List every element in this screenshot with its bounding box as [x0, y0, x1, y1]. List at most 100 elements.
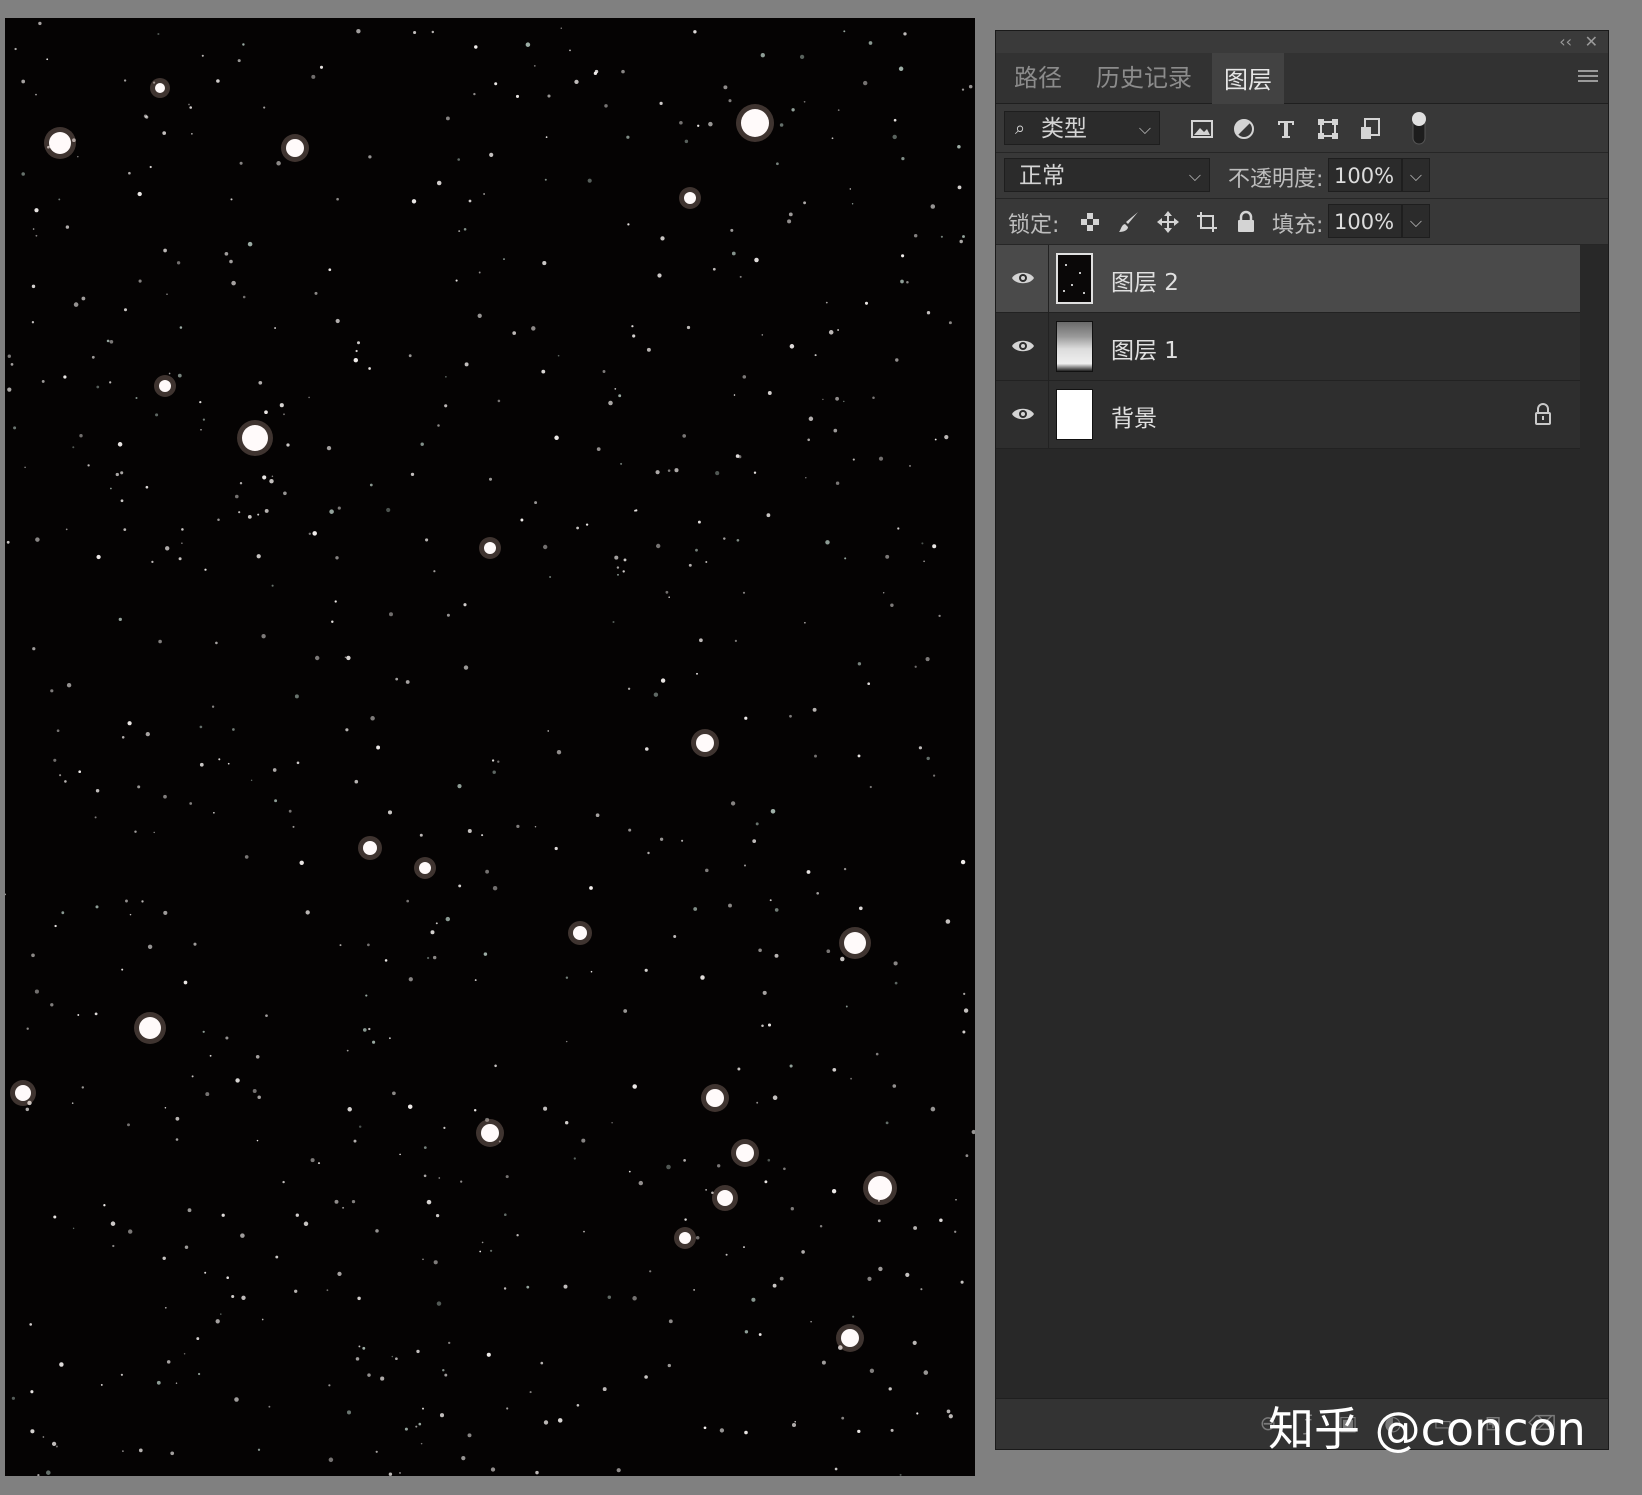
snow-particle [157, 32, 160, 36]
snowflake [363, 841, 377, 855]
snow-particle [705, 561, 708, 563]
lock-artboard-icon[interactable] [1194, 209, 1220, 235]
snow-particle [474, 45, 478, 49]
snow-particle [204, 568, 207, 571]
filter-toggle-icon[interactable] [1408, 110, 1430, 146]
snow-particle [926, 311, 931, 315]
snow-particle [204, 1271, 207, 1274]
snow-particle [954, 1230, 957, 1233]
snow-particle [227, 762, 230, 765]
snow-particle [618, 394, 622, 398]
snow-particle [24, 466, 26, 469]
snow-particle [168, 372, 171, 375]
snow-particle [655, 470, 660, 475]
visibility-eye-icon[interactable] [1010, 333, 1036, 359]
snowflake [741, 109, 769, 137]
snow-particle [391, 1355, 394, 1358]
snow-particle [946, 1409, 951, 1414]
snow-particle [127, 721, 132, 726]
snow-particle [121, 968, 124, 971]
tab-history[interactable]: 历史记录 [1084, 53, 1204, 103]
smart-object-filter-icon[interactable] [1357, 116, 1383, 142]
adjustment-layer-filter-icon[interactable] [1231, 116, 1257, 142]
opacity-input[interactable]: 100% [1328, 158, 1402, 192]
snow-particle [668, 1319, 673, 1324]
opacity-dropdown-button[interactable]: ⌵ [1402, 158, 1430, 192]
blend-mode-select[interactable]: 正常 ⌵ [1004, 158, 1210, 192]
snow-particle [638, 1180, 643, 1186]
snow-particle [91, 355, 95, 359]
snow-particle [494, 82, 498, 86]
snow-particle [725, 1253, 728, 1256]
snow-particle [774, 908, 779, 912]
layer-row-layer-2[interactable]: 图层 2 [996, 245, 1580, 313]
tab-paths[interactable]: 路径 [1002, 53, 1074, 103]
lock-position-icon[interactable] [1155, 209, 1181, 235]
snow-particle [723, 537, 726, 540]
snow-particle [770, 809, 776, 814]
snow-particle [329, 509, 334, 514]
snow-particle [32, 228, 35, 230]
snow-particle [242, 43, 245, 46]
lock-image-pixels-icon[interactable] [1116, 209, 1142, 235]
snow-particle [515, 94, 520, 98]
snow-particle [95, 905, 99, 909]
lock-transparent-pixels-icon[interactable] [1077, 209, 1103, 235]
snow-particle [432, 955, 437, 960]
layer-row-background[interactable]: 背景 [996, 381, 1580, 449]
snow-particle [657, 273, 662, 278]
tab-layers[interactable]: 图层 [1212, 53, 1284, 105]
snow-particle [542, 261, 547, 266]
snow-particle [885, 1121, 889, 1125]
snow-particle [607, 1295, 612, 1300]
snow-particle [189, 106, 193, 109]
lock-all-icon[interactable] [1233, 209, 1259, 235]
snow-particle [751, 1297, 756, 1302]
fill-input[interactable]: 100% [1328, 204, 1402, 238]
snow-particle [705, 868, 709, 873]
snow-particle [851, 203, 854, 205]
snow-particle [826, 949, 831, 954]
snow-particle [730, 228, 734, 232]
snow-particle [59, 774, 62, 777]
snow-particle [923, 560, 925, 563]
panel-menu-icon[interactable] [1578, 67, 1598, 83]
snow-particle [96, 554, 101, 560]
snow-particle [77, 155, 79, 158]
snow-particle [963, 1008, 969, 1013]
snow-particle [147, 944, 153, 950]
snow-particle [491, 759, 495, 762]
snow-particle [627, 223, 630, 226]
snow-particle [446, 613, 450, 617]
snow-particle [923, 1370, 929, 1375]
snow-particle [422, 1407, 424, 1410]
snow-particle [11, 1396, 15, 1400]
snow-particle [346, 1410, 352, 1415]
type-layer-filter-icon[interactable] [1273, 116, 1299, 142]
snow-particle [595, 813, 600, 818]
snow-particle [10, 363, 14, 366]
snow-particle [269, 479, 274, 484]
visibility-eye-icon[interactable] [1010, 265, 1036, 291]
double-chevron-left-icon[interactable]: ‹‹ [1559, 31, 1572, 53]
snow-particle [898, 66, 904, 72]
snow-particle [181, 542, 183, 544]
fill-dropdown-button[interactable]: ⌵ [1402, 204, 1430, 238]
snow-particle [744, 716, 748, 720]
shape-layer-filter-icon[interactable] [1315, 116, 1341, 142]
visibility-eye-icon[interactable] [1010, 401, 1036, 427]
snow-particle [21, 79, 26, 84]
document-canvas[interactable] [5, 18, 975, 1476]
snow-particle [367, 943, 370, 947]
snow-particle [163, 794, 167, 799]
snow-particle [544, 178, 547, 181]
snow-particle [957, 185, 962, 190]
snow-particle [193, 942, 197, 946]
layer-row-layer-1[interactable]: 图层 1 [996, 313, 1580, 381]
snow-particle [764, 1180, 768, 1184]
pixel-layer-filter-icon[interactable] [1189, 116, 1215, 142]
filter-kind-select[interactable]: ⌕ 类型 ⌵ [1004, 111, 1160, 145]
snow-particle [573, 1157, 576, 1160]
close-icon[interactable]: ✕ [1585, 31, 1598, 53]
snow-particle [728, 99, 732, 103]
